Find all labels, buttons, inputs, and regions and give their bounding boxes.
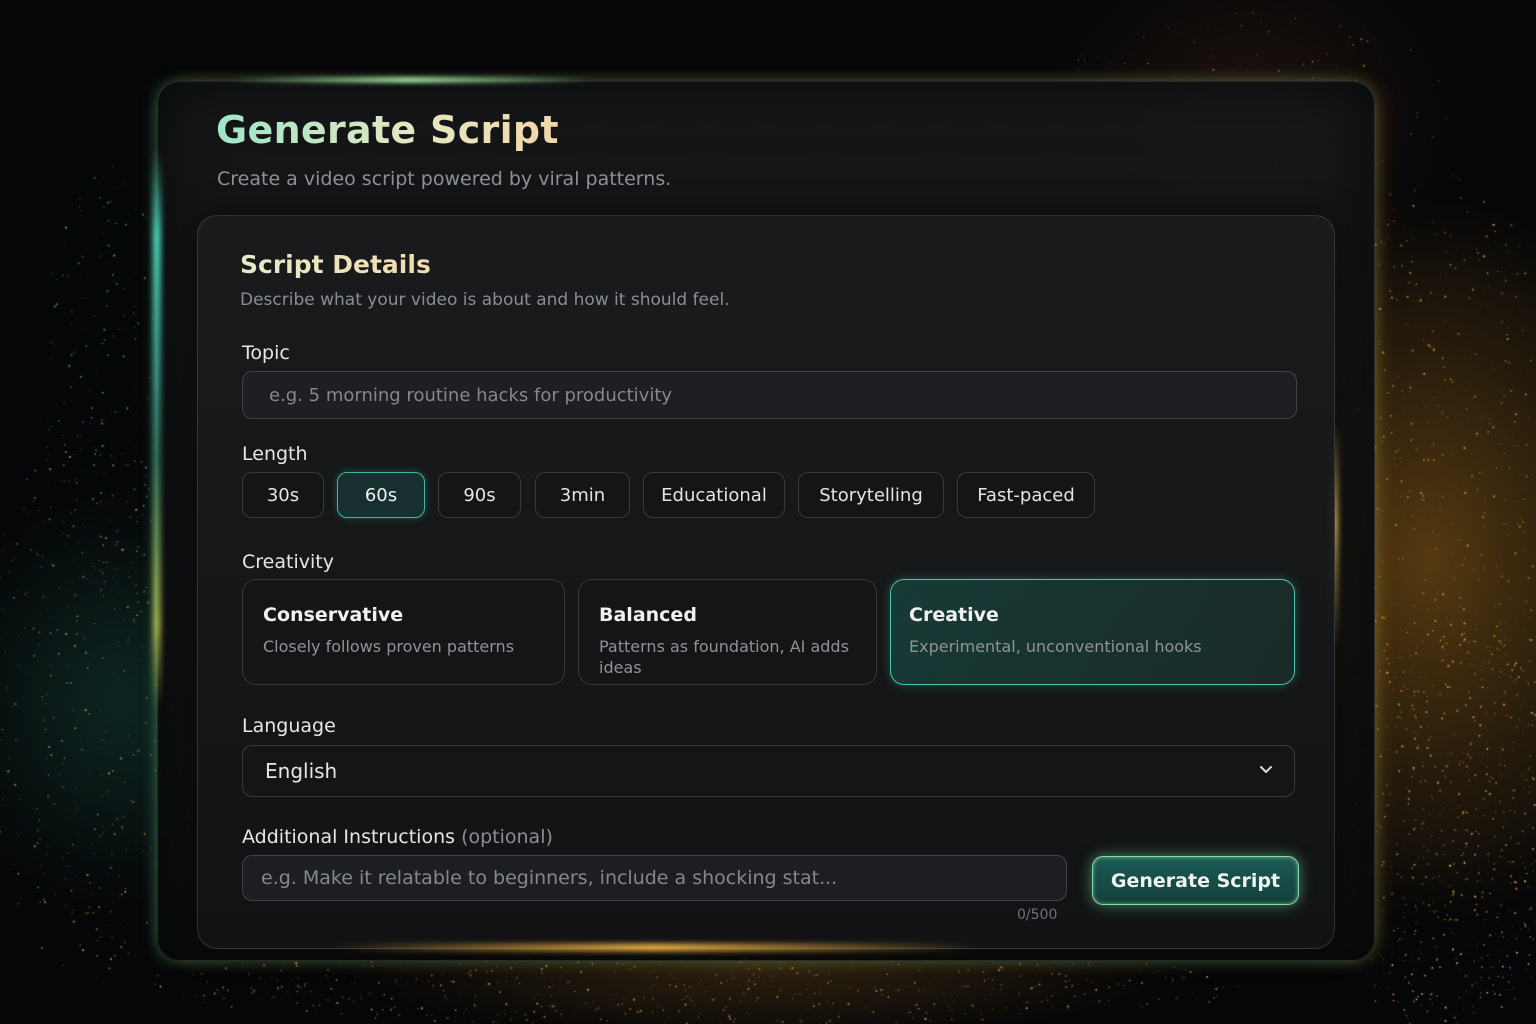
length-chip-30s[interactable]: 30s [242, 472, 324, 518]
instructions-input[interactable] [242, 855, 1067, 901]
language-select-value: English [265, 759, 338, 783]
page-title: Generate Script [216, 108, 559, 152]
creativity-option-title: Balanced [599, 604, 697, 626]
creativity-option-description: Experimental, unconventional hooks [909, 637, 1202, 656]
section-subtitle: Describe what your video is about and ho… [240, 290, 730, 310]
style-chip-fast-paced[interactable]: Fast-paced [957, 472, 1095, 518]
instructions-label: Additional Instructions (optional) [242, 826, 553, 848]
chevron-down-icon [1260, 766, 1272, 773]
creativity-option-title: Conservative [263, 604, 404, 626]
topic-label: Topic [242, 342, 290, 364]
length-chip-3min[interactable]: 3min [535, 472, 630, 518]
bottom-edge-glow [330, 944, 980, 951]
section-title: Script Details [240, 250, 431, 279]
character-counter: 0/500 [1017, 907, 1058, 923]
length-chip-90s[interactable]: 90s [438, 472, 521, 518]
topic-input[interactable] [242, 371, 1297, 419]
language-label: Language [242, 715, 336, 737]
length-label: Length [242, 443, 308, 465]
style-chip-storytelling[interactable]: Storytelling [798, 472, 944, 518]
page-subtitle: Create a video script powered by viral p… [217, 168, 672, 190]
instructions-label-text: Additional Instructions [242, 826, 456, 848]
creativity-option-title: Creative [909, 604, 999, 626]
top-edge-glow [230, 77, 590, 83]
optional-hint: (optional) [461, 826, 553, 848]
style-chip-educational[interactable]: Educational [643, 472, 785, 518]
creativity-option-creative[interactable]: Creative Experimental, unconventional ho… [890, 579, 1295, 685]
generate-script-button[interactable]: Generate Script [1092, 856, 1299, 905]
left-edge-glow [153, 150, 161, 710]
language-select[interactable]: English [242, 745, 1295, 797]
length-chip-60s[interactable]: 60s [337, 472, 425, 518]
creativity-option-description: Patterns as foundation, AI adds ideas [599, 637, 849, 677]
creativity-option-balanced[interactable]: Balanced Patterns as foundation, AI adds… [578, 579, 877, 685]
app-stage: Generate Script Create a video script po… [0, 0, 1536, 1024]
creativity-label: Creativity [242, 551, 334, 573]
creativity-option-description: Closely follows proven patterns [263, 637, 515, 656]
creativity-option-conservative[interactable]: Conservative Closely follows proven patt… [242, 579, 565, 685]
